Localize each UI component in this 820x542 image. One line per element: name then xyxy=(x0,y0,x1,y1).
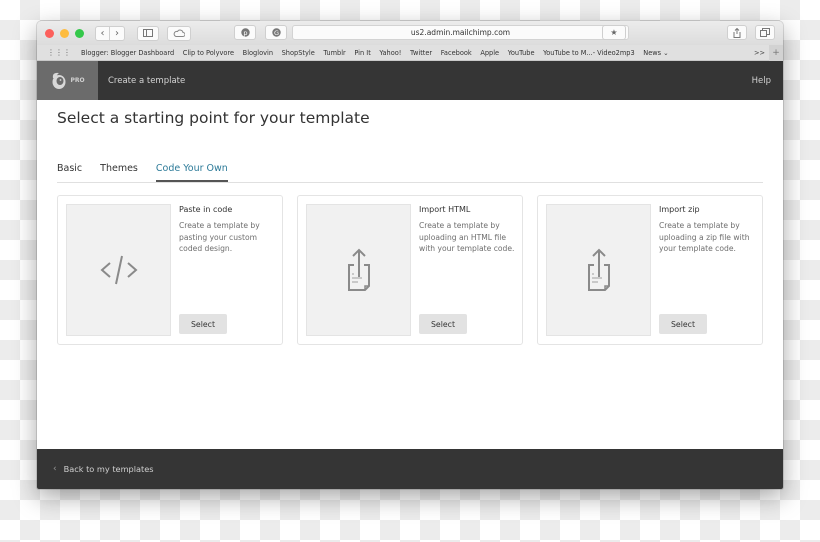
browser-window: ‹ › p G us2.admin.mailchimp.com ↻ ★ ⋮⋮⋮ xyxy=(37,21,783,489)
pinterest-extension-button[interactable]: p xyxy=(234,25,256,40)
url-text: us2.admin.mailchimp.com xyxy=(410,28,511,37)
upload-file-icon xyxy=(587,248,610,291)
bookmarks-bar: ⋮⋮⋮ Blogger: Blogger Dashboard Clip to P… xyxy=(37,44,783,61)
share-button[interactable] xyxy=(727,25,747,40)
minimize-window-button[interactable] xyxy=(60,28,69,38)
svg-text:G: G xyxy=(273,29,278,37)
card-import-zip: Import zip Create a template by uploadin… xyxy=(537,195,763,345)
bookmark-item[interactable]: Pin It xyxy=(354,49,370,57)
more-bookmarks-button[interactable]: >> xyxy=(754,49,765,57)
bookmark-icon: ★ xyxy=(610,28,618,37)
card-description: Create a template by uploading an HTML f… xyxy=(419,221,515,254)
top-sites-grid-icon[interactable]: ⋮⋮⋮ xyxy=(47,48,71,57)
tabs-icon xyxy=(760,28,770,37)
upload-file-icon xyxy=(347,248,370,291)
close-window-button[interactable] xyxy=(45,28,54,38)
app-footer: ‹ Back to my templates xyxy=(37,449,783,489)
browser-toolbar: ‹ › p G us2.admin.mailchimp.com ↻ ★ xyxy=(37,21,783,45)
template-tabs: Basic Themes Code Your Own xyxy=(57,163,763,183)
card-thumbnail xyxy=(546,204,651,336)
grammarly-extension-button[interactable]: G xyxy=(265,25,287,40)
bookmark-item[interactable]: Facebook xyxy=(441,49,472,57)
share-icon xyxy=(733,27,741,38)
card-description: Create a template by pasting your custom… xyxy=(179,221,260,254)
window-controls xyxy=(45,28,84,38)
address-bar[interactable]: us2.admin.mailchimp.com ↻ xyxy=(292,25,629,40)
back-to-templates-link[interactable]: Back to my templates xyxy=(64,464,154,474)
forward-icon: › xyxy=(115,27,119,39)
freddie-logo-icon xyxy=(52,72,66,89)
main-content: Select a starting point for your templat… xyxy=(37,100,783,449)
card-import-html: Import HTML Create a template by uploadi… xyxy=(297,195,523,345)
mailchimp-logo[interactable]: PRO xyxy=(37,61,98,100)
card-title: Import HTML xyxy=(419,205,471,214)
bookmark-item[interactable]: YouTube to M...- Video2mp3 xyxy=(543,49,635,57)
bookmark-item[interactable]: Bloglovin xyxy=(243,49,273,57)
tab-themes[interactable]: Themes xyxy=(100,163,138,182)
cloud-icon xyxy=(173,29,185,37)
back-button[interactable]: ‹ xyxy=(95,25,110,41)
icloud-tabs-button[interactable] xyxy=(167,25,191,41)
bookmark-item[interactable]: Yahoo! xyxy=(379,49,401,57)
sidebar-icon xyxy=(143,29,153,37)
header-title: Create a template xyxy=(108,75,186,86)
select-import-html-button[interactable]: Select xyxy=(419,314,467,334)
tab-code-your-own[interactable]: Code Your Own xyxy=(155,163,228,182)
card-thumbnail xyxy=(306,204,411,336)
chevron-left-icon: ‹ xyxy=(53,464,57,474)
help-link[interactable]: Help xyxy=(752,76,771,86)
page-title: Select a starting point for your templat… xyxy=(57,109,370,127)
template-options: Paste in code Create a template by pasti… xyxy=(57,195,763,345)
card-description: Create a template by uploading a zip fil… xyxy=(659,221,750,254)
bookmark-folder-news[interactable]: News ⌄ xyxy=(643,49,668,57)
new-tab-button[interactable]: + xyxy=(769,44,783,61)
tab-basic[interactable]: Basic xyxy=(57,163,82,182)
svg-text:p: p xyxy=(243,29,247,37)
card-thumbnail xyxy=(66,204,171,336)
forward-button[interactable]: › xyxy=(110,25,125,41)
back-icon: ‹ xyxy=(100,27,105,39)
bookmark-item[interactable]: Blogger: Blogger Dashboard xyxy=(81,49,174,57)
bookmark-item[interactable]: Twitter xyxy=(410,49,432,57)
select-import-zip-button[interactable]: Select xyxy=(659,314,707,334)
bookmark-item[interactable]: Clip to Polyvore xyxy=(183,49,234,57)
sidebar-button[interactable] xyxy=(137,25,159,41)
zoom-window-button[interactable] xyxy=(75,28,84,38)
bookmark-item[interactable]: ShopStyle xyxy=(282,49,315,57)
code-icon xyxy=(99,255,138,285)
bookmark-button[interactable]: ★ xyxy=(602,25,626,40)
bookmark-item[interactable]: YouTube xyxy=(508,49,535,57)
select-paste-in-code-button[interactable]: Select xyxy=(179,314,227,334)
card-title: Import zip xyxy=(659,205,700,214)
card-title: Paste in code xyxy=(179,205,233,214)
card-paste-in-code: Paste in code Create a template by pasti… xyxy=(57,195,283,345)
bookmark-item[interactable]: Apple xyxy=(480,49,499,57)
bookmark-item[interactable]: Tumblr xyxy=(323,49,345,57)
show-tabs-button[interactable] xyxy=(755,25,775,40)
pro-badge: PRO xyxy=(70,77,85,84)
grammarly-icon: G xyxy=(271,28,281,37)
app-header: PRO Create a template Help xyxy=(37,61,783,100)
pinterest-icon: p xyxy=(240,28,250,37)
